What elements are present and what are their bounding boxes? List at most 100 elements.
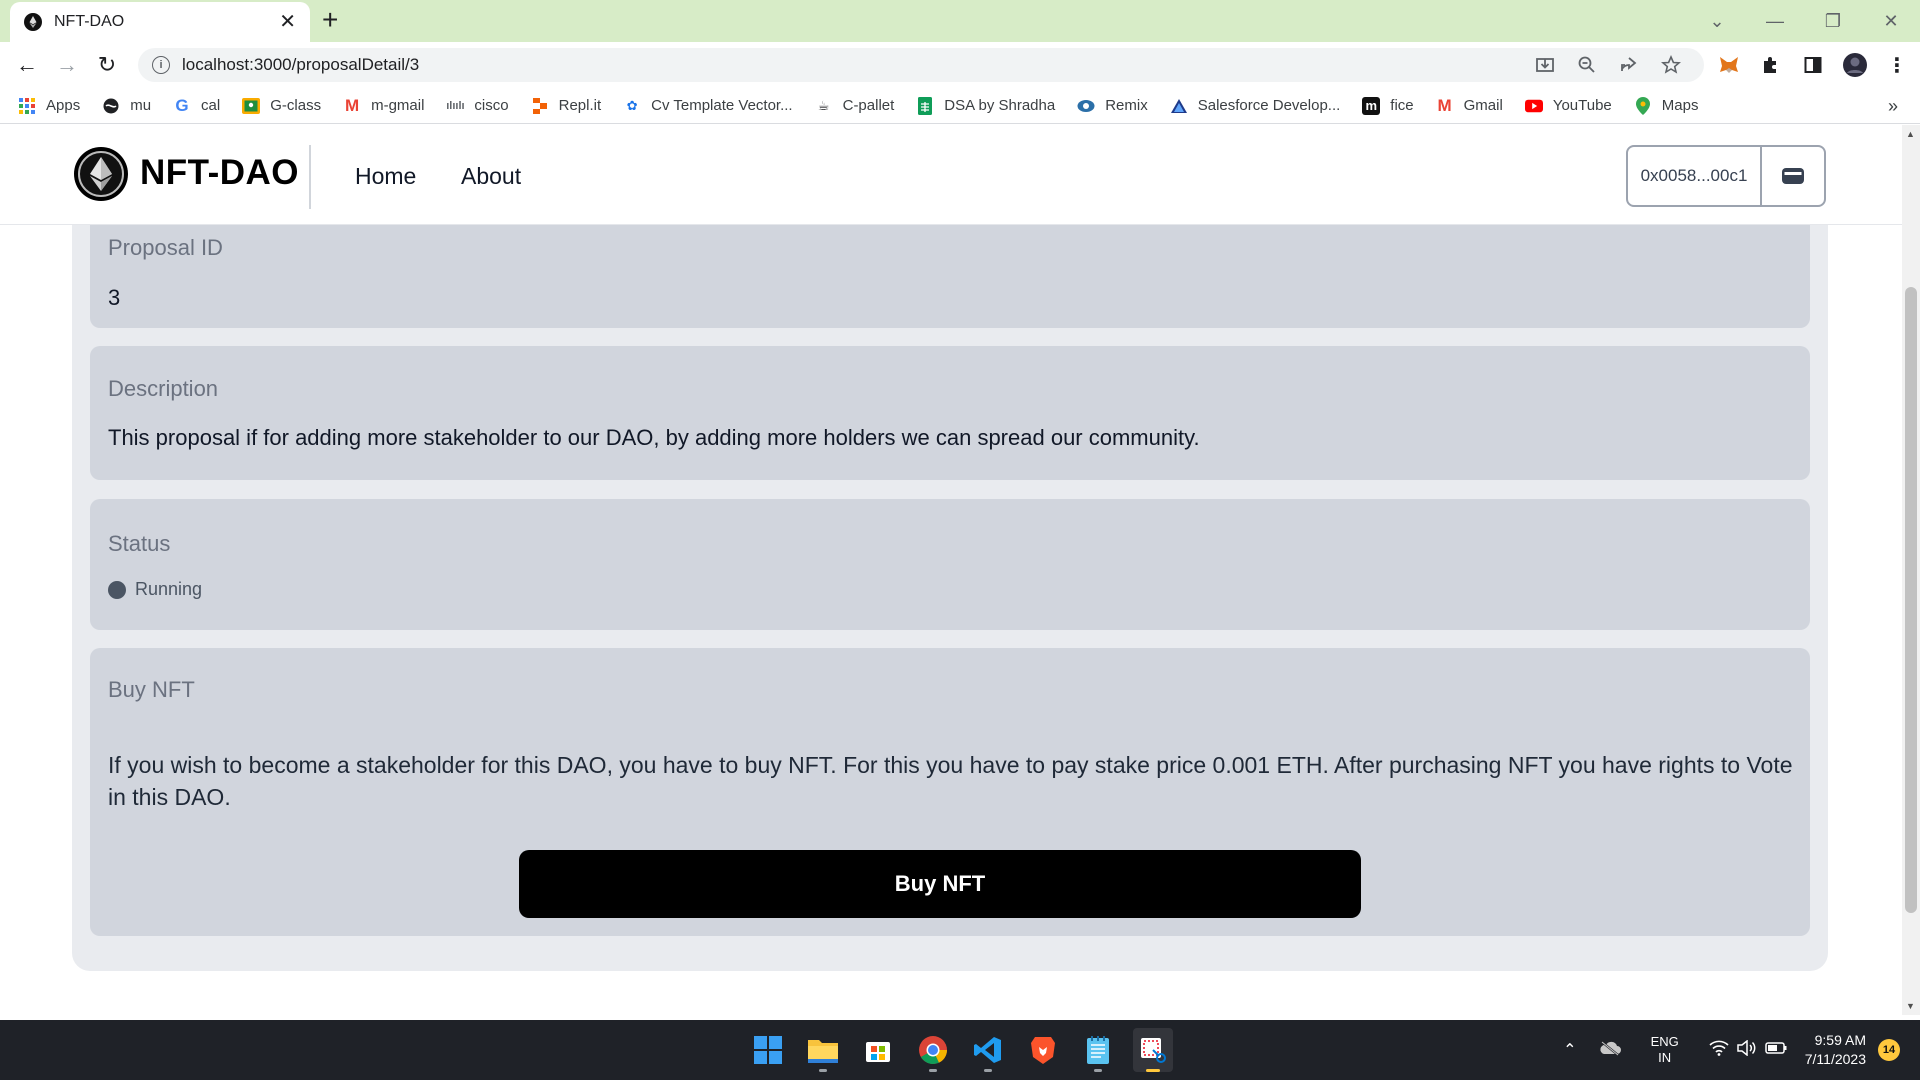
bookmark-youtube[interactable]: YouTube [1524, 97, 1612, 115]
close-window-icon[interactable]: ✕ [1862, 11, 1920, 32]
reload-icon[interactable]: ↻ [94, 52, 120, 78]
brand-divider [309, 145, 311, 209]
bookmark-m-gmail[interactable]: M m-gmail [343, 95, 425, 115]
notepad-icon[interactable] [1078, 1028, 1118, 1072]
m-icon: m [1362, 96, 1381, 115]
brave-browser-icon[interactable] [1023, 1028, 1063, 1072]
page-scrollbar[interactable]: ▲ ▼ [1902, 125, 1920, 1015]
metamask-extension-icon[interactable] [1716, 52, 1742, 78]
wallet-icon[interactable] [1762, 147, 1824, 205]
address-bar[interactable]: i localhost:3000/proposalDetail/3 [138, 48, 1704, 82]
scroll-up-icon[interactable]: ▲ [1906, 129, 1915, 139]
bookmark-label: Remix [1105, 97, 1148, 114]
status-indicator: Running [108, 579, 202, 600]
extensions-puzzle-icon[interactable] [1758, 52, 1784, 78]
tab-search-icon[interactable]: ⌄ [1688, 11, 1746, 32]
more-bookmarks-icon[interactable]: » [1888, 96, 1898, 117]
scroll-thumb[interactable] [1905, 287, 1917, 913]
chrome-icon[interactable] [913, 1028, 953, 1072]
new-tab-button[interactable]: + [322, 6, 338, 34]
status-value: Running [135, 579, 203, 599]
buy-nft-card: Buy NFT If you wish to become a stakehol… [90, 648, 1810, 936]
file-explorer-icon[interactable] [803, 1028, 843, 1072]
share-icon[interactable] [1618, 54, 1640, 76]
address-url[interactable]: localhost:3000/proposalDetail/3 [182, 55, 419, 75]
windows-start-icon[interactable] [748, 1028, 788, 1072]
remix-icon [1077, 97, 1095, 115]
bookmark-label: m-gmail [371, 97, 425, 114]
language-indicator[interactable]: ENG IN [1651, 1034, 1679, 1066]
profile-avatar[interactable] [1842, 52, 1868, 78]
install-app-icon[interactable] [1534, 54, 1556, 76]
nav-home-link[interactable]: Home [355, 163, 416, 190]
description-value: This proposal if for adding more stakeho… [108, 425, 1200, 450]
bookmark-label: Apps [46, 97, 81, 114]
browser-toolbar: ← → ↻ i localhost:3000/proposalDetail/3 [0, 42, 1920, 88]
clock-date: 7/11/2023 [1804, 1051, 1866, 1067]
wallet-address[interactable]: 0x0058...00c1 [1628, 147, 1762, 205]
gmail-icon: M [1437, 95, 1452, 115]
scroll-down-icon[interactable]: ▼ [1906, 1001, 1915, 1011]
microsoft-store-icon[interactable] [858, 1028, 898, 1072]
windows-taskbar: ⌃ ENG IN 9:59 AM 7/11/2023 14 [0, 1020, 1920, 1080]
minimize-icon[interactable]: — [1746, 11, 1804, 32]
bookmark-gmail[interactable]: M Gmail [1436, 95, 1503, 115]
clock-time: 9:59 AM [1814, 1032, 1866, 1048]
volume-icon[interactable] [1737, 1038, 1757, 1061]
snipping-tool-icon[interactable] [1133, 1028, 1173, 1072]
battery-icon[interactable] [1765, 1041, 1787, 1060]
show-hidden-icons-icon[interactable]: ⌃ [1563, 1040, 1576, 1060]
apps-grid-icon [18, 97, 36, 115]
bookmark-replit[interactable]: Repl.it [531, 97, 601, 115]
bookmark-apps[interactable]: Apps [18, 97, 80, 115]
bookmark-label: C-pallet [842, 97, 895, 114]
back-icon[interactable]: ← [14, 52, 40, 78]
wallet-connect[interactable]: 0x0058...00c1 [1626, 145, 1826, 207]
browser-tab[interactable]: NFT-DAO ✕ [10, 2, 310, 42]
browser-titlebar: NFT-DAO ✕ + ⌄ — ❐ ✕ [0, 0, 1920, 42]
wifi-icon[interactable] [1709, 1040, 1729, 1061]
cv-template-icon: ✿ [626, 97, 638, 113]
globe-icon [102, 97, 120, 115]
youtube-icon [1524, 97, 1543, 115]
bookmarks-bar: Apps mu G cal G-class M m-gmail ılıılı c… [0, 88, 1920, 124]
bookmark-cv-template[interactable]: ✿ Cv Template Vector... [623, 97, 793, 115]
bookmark-label: Salesforce Develop... [1197, 97, 1341, 114]
notification-badge[interactable]: 14 [1878, 1039, 1900, 1061]
bookmark-cisco[interactable]: ılıılı cisco [446, 97, 508, 115]
bookmark-fice[interactable]: m fice [1362, 96, 1414, 115]
bookmark-remix[interactable]: Remix [1077, 97, 1148, 115]
bookmark-star-icon[interactable] [1660, 54, 1682, 76]
site-info-icon[interactable]: i [152, 56, 170, 74]
bookmark-maps[interactable]: Maps [1634, 96, 1698, 115]
bookmark-g-class[interactable]: G-class [242, 97, 321, 115]
brand-title[interactable]: NFT-DAO [140, 153, 299, 193]
bookmark-label: mu [130, 97, 152, 114]
gmail-icon: M [344, 95, 360, 115]
browser-menu-icon[interactable]: ⋮ [1884, 52, 1910, 78]
zoom-icon[interactable] [1576, 54, 1598, 76]
bookmark-cal[interactable]: G cal [173, 95, 220, 115]
bookmark-label: cisco [474, 97, 509, 114]
maps-pin-icon [1634, 96, 1652, 115]
system-clock[interactable]: 9:59 AM 7/11/2023 [1805, 1031, 1866, 1069]
buy-nft-button[interactable]: Buy NFT [519, 850, 1361, 918]
close-tab-icon[interactable]: ✕ [279, 12, 296, 32]
bookmark-mu[interactable]: mu [102, 97, 151, 115]
buy-nft-label: Buy NFT [108, 677, 195, 702]
bookmark-c-pallet[interactable]: ☕ C-pallet [815, 97, 895, 115]
google-icon: G [175, 95, 189, 115]
vscode-icon[interactable] [968, 1028, 1008, 1072]
restore-icon[interactable]: ❐ [1804, 11, 1862, 32]
sheets-icon [916, 96, 934, 115]
nav-about-link[interactable]: About [461, 163, 521, 190]
ethereum-logo-icon[interactable] [74, 147, 128, 201]
bookmark-salesforce[interactable]: Salesforce Develop... [1170, 97, 1341, 115]
bookmark-dsa[interactable]: DSA by Shradha [916, 96, 1055, 115]
side-panel-icon[interactable] [1800, 52, 1826, 78]
onedrive-offline-icon[interactable] [1599, 1040, 1621, 1061]
language-code: ENG [1650, 1034, 1679, 1049]
forward-icon[interactable]: → [54, 52, 80, 78]
cup-icon: ☕ [817, 97, 830, 113]
app-navbar: NFT-DAO Home About 0x0058...00c1 [0, 125, 1902, 225]
